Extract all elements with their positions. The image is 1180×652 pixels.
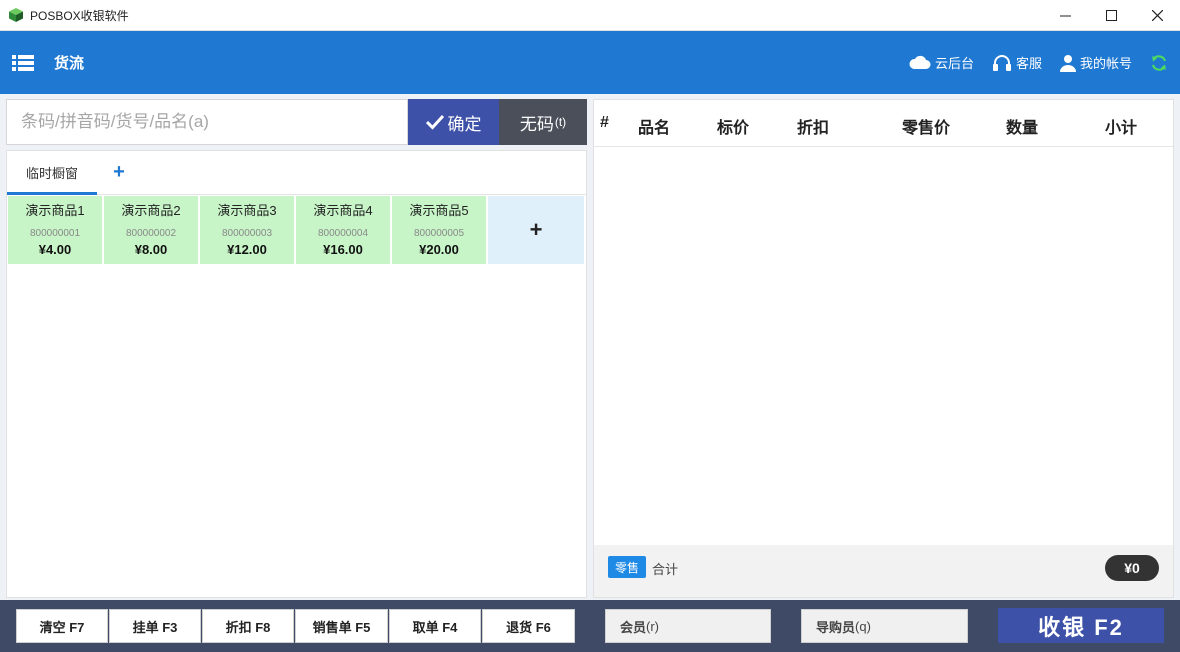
- shopping-guide-field[interactable]: 导购员 (q): [801, 609, 968, 643]
- member-field[interactable]: 会员 (r): [605, 609, 771, 643]
- close-window-button[interactable]: [1134, 0, 1180, 31]
- showcase-tabs: 临时橱窗 +: [7, 151, 586, 195]
- column-header: 小计: [1105, 120, 1138, 137]
- maximize-button[interactable]: [1088, 0, 1134, 31]
- my-account-label: 我的帐号: [1079, 56, 1132, 71]
- add-tab-button[interactable]: +: [97, 150, 141, 194]
- goods-tile[interactable]: 演示商品5 800000005 ¥20.00: [392, 196, 486, 264]
- goods-name: 演示商品4: [313, 203, 373, 218]
- goods-price: ¥4.00: [38, 242, 72, 257]
- member-hotkey: (r): [646, 618, 660, 634]
- clear-button[interactable]: 清空 F7: [16, 609, 108, 643]
- column-header: 品名: [638, 120, 671, 137]
- total-label: 合计: [652, 562, 679, 577]
- goods-name: 演示商品2: [121, 203, 181, 218]
- cloud-icon: [909, 55, 931, 69]
- column-header: 零售价: [902, 120, 951, 137]
- goods-name: 演示商品1: [25, 203, 85, 218]
- product-showcase-panel: 临时橱窗 + 演示商品1 800000001 ¥4.00 演示商品2 80000…: [6, 150, 587, 598]
- goods-tile[interactable]: 演示商品1 800000001 ¥4.00: [8, 196, 102, 264]
- sales-order-button[interactable]: 销售单 F5: [295, 609, 388, 643]
- close-icon: [1151, 9, 1163, 21]
- no-barcode-button[interactable]: 无码 (t): [499, 99, 587, 145]
- add-goods-button[interactable]: +: [488, 196, 584, 264]
- tab-label: 临时橱窗: [25, 165, 78, 181]
- user-icon: [1059, 54, 1076, 72]
- goods-code: 800000003: [221, 228, 273, 239]
- goods-price: ¥16.00: [323, 242, 363, 257]
- total-amount: ¥0: [1105, 555, 1159, 581]
- maximize-icon: [1105, 9, 1117, 21]
- return-goods-button[interactable]: 退货 F6: [482, 609, 575, 643]
- customer-service-label: 客服: [1015, 56, 1042, 71]
- checkout-button[interactable]: 收银 F2: [998, 608, 1164, 643]
- goods-code: 800000004: [317, 228, 369, 239]
- goods-name: 演示商品5: [409, 203, 469, 218]
- cart-summary-bar: 零售 合计 ¥0: [594, 545, 1173, 597]
- search-bar: 确定 无码(t): [6, 99, 587, 145]
- confirm-label: 确定: [447, 114, 482, 134]
- hold-order-button[interactable]: 挂单 F3: [109, 609, 201, 643]
- column-header: 数量: [1006, 120, 1039, 137]
- cart-table-header: # 品名 标价 折扣 零售价 数量 小计: [594, 100, 1173, 147]
- confirm-button[interactable]: 确定: [408, 99, 499, 145]
- goods-price: ¥8.00: [134, 242, 168, 257]
- cart-panel: # 品名 标价 折扣 零售价 数量 小计 零售 合计 ¥0: [593, 99, 1174, 598]
- my-account-link[interactable]: 我的帐号: [1059, 53, 1132, 72]
- goods-price: ¥20.00: [419, 242, 459, 257]
- discount-button[interactable]: 折扣 F8: [202, 609, 294, 643]
- brand-title: 货流: [54, 55, 85, 72]
- checkmark-icon: [425, 114, 444, 130]
- goods-tile[interactable]: 演示商品4 800000004 ¥16.00: [296, 196, 390, 264]
- app-box-icon: [9, 8, 23, 22]
- retrieve-order-button[interactable]: 取单 F4: [389, 609, 481, 643]
- goods-price: ¥12.00: [227, 242, 267, 257]
- menu-list-icon[interactable]: [12, 54, 34, 72]
- goods-code: 800000001: [29, 228, 81, 239]
- column-header: 标价: [717, 120, 750, 137]
- goods-grid: 演示商品1 800000001 ¥4.00 演示商品2 800000002 ¥8…: [8, 196, 584, 264]
- minimize-icon: [1059, 15, 1071, 16]
- goods-code: 800000002: [125, 228, 177, 239]
- customer-service-link[interactable]: 客服: [992, 53, 1042, 72]
- minimize-button[interactable]: [1042, 0, 1088, 31]
- goods-name: 演示商品3: [217, 203, 277, 218]
- plus-icon: +: [113, 160, 125, 183]
- goods-code: 800000005: [413, 228, 465, 239]
- barcode-search-input[interactable]: [6, 99, 408, 145]
- cloud-backend-link[interactable]: 云后台: [909, 53, 974, 72]
- goods-tile[interactable]: 演示商品3 800000003 ¥12.00: [200, 196, 294, 264]
- goods-tile[interactable]: 演示商品2 800000002 ¥8.00: [104, 196, 198, 264]
- plus-icon: +: [529, 217, 543, 242]
- member-label: 会员: [620, 619, 647, 635]
- column-header: #: [600, 114, 609, 131]
- retail-mode-badge[interactable]: 零售: [608, 556, 646, 578]
- cloud-backend-label: 云后台: [934, 56, 974, 71]
- no-barcode-label: 无码: [519, 114, 554, 134]
- action-footer: 清空 F7 挂单 F3 折扣 F8 销售单 F5 取单 F4 退货 F6 会员(…: [0, 600, 1180, 652]
- column-header: 折扣: [797, 120, 830, 137]
- sync-refresh-icon[interactable]: [1150, 54, 1168, 72]
- window-titlebar: POSBOX收银软件: [0, 0, 1180, 31]
- window-title: POSBOX收银软件: [30, 8, 129, 23]
- headset-icon: [992, 54, 1011, 71]
- shopping-guide-label: 导购员: [816, 619, 856, 635]
- top-header: 货流 云后台 客服 我的帐号: [0, 31, 1180, 94]
- no-barcode-hotkey: (t): [554, 115, 567, 129]
- tab-temporary-showcase[interactable]: 临时橱窗: [7, 150, 97, 195]
- shopping-guide-hotkey: (q): [855, 618, 871, 634]
